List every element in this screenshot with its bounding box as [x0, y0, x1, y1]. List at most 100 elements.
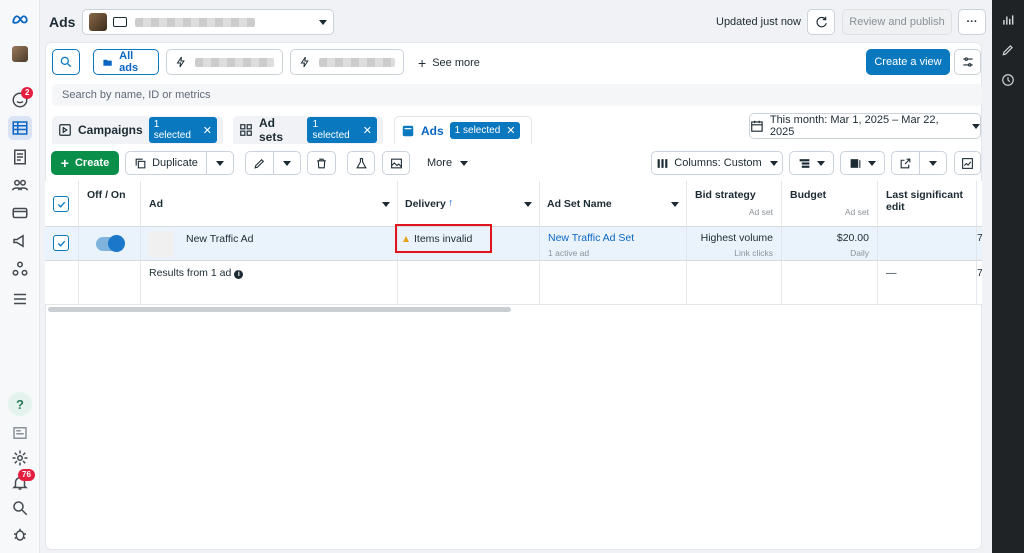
ads-selected-badge[interactable]: 1 selected ✕	[449, 122, 521, 139]
campaigns-selected-badge[interactable]: 1 selected ✕	[148, 117, 217, 143]
ab-test-button[interactable]	[347, 151, 375, 175]
saved-filter-1[interactable]	[166, 49, 283, 75]
saved-filter-2[interactable]	[290, 49, 404, 75]
chevron-down-icon	[319, 19, 327, 25]
ad-header-label: Ad	[149, 198, 163, 210]
close-icon[interactable]: ✕	[363, 124, 372, 137]
bug-report-icon[interactable]	[8, 522, 32, 546]
ad-account-selector[interactable]	[82, 9, 334, 35]
campaign-flag-icon	[58, 123, 72, 137]
bid-strategy-column-header[interactable]: Bid strategy Ad set	[687, 181, 782, 227]
delivery-column-header[interactable]: Delivery ↑	[398, 181, 540, 227]
preview-button[interactable]	[382, 151, 410, 175]
ad-sets-selected-badge[interactable]: 1 selected ✕	[307, 117, 377, 143]
pencil-icon[interactable]	[1000, 42, 1016, 58]
image-icon	[390, 158, 402, 168]
right-rail	[992, 0, 1024, 553]
bell-icon[interactable]: 76	[8, 469, 35, 495]
folder-icon	[103, 59, 112, 66]
budget-header-sub: Ad set	[844, 207, 869, 217]
ad-set-name-cell[interactable]: New Traffic Ad Set 1 active ad	[540, 227, 687, 260]
bar-chart-icon[interactable]	[1000, 12, 1016, 28]
search-input[interactable]: Search by name, ID or metrics	[52, 84, 982, 106]
search-toggle-button[interactable]	[52, 49, 80, 75]
lightning-icon	[176, 56, 185, 68]
ad-sets-grid-icon	[239, 123, 253, 137]
updated-status: Updated just now	[716, 16, 801, 28]
date-range-picker[interactable]: This month: Mar 1, 2025 – Mar 22, 2025	[749, 113, 981, 139]
close-icon[interactable]: ✕	[203, 124, 212, 137]
select-all-checkbox[interactable]	[53, 196, 69, 212]
ad-name[interactable]: New Traffic Ad	[186, 233, 254, 245]
ad-name-cell[interactable]: New Traffic Ad	[141, 227, 398, 260]
ads-table: Off / On Ad Delivery ↑ Ad Set Name Bid s…	[45, 181, 982, 311]
ads-manager-grid-icon[interactable]	[8, 116, 32, 140]
duplicate-button[interactable]: Duplicate	[125, 151, 207, 175]
delete-button[interactable]	[307, 151, 336, 175]
export-icon	[900, 158, 911, 168]
edit-button[interactable]	[245, 151, 274, 175]
row-checkbox[interactable]	[53, 235, 69, 251]
search-icon[interactable]	[8, 496, 32, 520]
budget-column-header[interactable]: Budget Ad set	[782, 181, 878, 227]
refresh-button[interactable]	[807, 9, 835, 35]
reports-button[interactable]	[840, 151, 885, 175]
columns-button[interactable]: Columns: Custom	[651, 151, 783, 175]
info-icon[interactable]: i	[234, 270, 244, 279]
help-icon[interactable]: ?	[8, 392, 32, 416]
more-options-button[interactable]: ···	[958, 9, 986, 35]
reports-icon	[850, 158, 861, 168]
last-edit-column-header[interactable]: Last significant edit	[878, 181, 977, 227]
account-overview-icon[interactable]: 2	[8, 87, 34, 112]
create-button[interactable]: + Create	[51, 151, 119, 175]
all-ads-filter[interactable]: All ads	[93, 49, 159, 75]
history-clock-icon[interactable]	[1000, 72, 1016, 88]
edit-dropdown-button[interactable]	[273, 151, 301, 175]
tab-ad-sets[interactable]: Ad sets 1 selected ✕	[233, 116, 383, 144]
more-button[interactable]: More	[427, 157, 469, 169]
menu-icon[interactable]	[8, 287, 32, 311]
tab-ads[interactable]: Ads 1 selected ✕	[394, 116, 532, 144]
next-column-cell: 7	[977, 232, 982, 244]
export-dropdown-button[interactable]	[919, 151, 947, 175]
chevron-down-icon	[929, 160, 937, 166]
chevron-down-icon	[769, 160, 778, 166]
checkmark-icon	[57, 240, 65, 247]
close-icon[interactable]: ✕	[506, 124, 515, 137]
pages-icon[interactable]	[8, 145, 32, 169]
plus-icon: +	[60, 155, 69, 171]
ad-set-name-column-header[interactable]: Ad Set Name	[540, 181, 687, 227]
create-a-view-button[interactable]: Create a view	[866, 49, 950, 75]
chart-icon	[962, 157, 973, 169]
settings-gear-icon[interactable]	[8, 446, 32, 470]
summary-empty-cell	[687, 261, 782, 304]
billing-card-icon[interactable]	[8, 201, 32, 225]
duplicate-dropdown-button[interactable]	[206, 151, 234, 175]
summary-empty-cell	[782, 261, 878, 304]
tab-campaigns[interactable]: Campaigns 1 selected ✕	[52, 116, 223, 144]
table-row[interactable]: New Traffic Ad Items invalid New Traffic…	[45, 227, 982, 261]
see-more-button[interactable]: + See more	[418, 55, 480, 71]
ad-column-header[interactable]: Ad	[141, 181, 398, 227]
see-more-label: See more	[432, 57, 480, 69]
duplicate-icon	[135, 158, 146, 168]
account-avatar[interactable]	[8, 42, 32, 66]
ad-on-off-toggle[interactable]	[96, 235, 125, 252]
summary-next-cell: 7	[977, 267, 982, 279]
charts-button[interactable]	[954, 151, 981, 175]
meta-logo-icon[interactable]	[8, 8, 32, 32]
ad-set-name-link[interactable]: New Traffic Ad Set	[548, 232, 678, 244]
page-icon[interactable]	[8, 421, 32, 445]
summary-empty-cell	[79, 261, 141, 304]
filter-settings-button[interactable]	[954, 49, 981, 75]
breakdown-button[interactable]	[789, 151, 834, 175]
chevron-down-icon	[972, 123, 980, 129]
horizontal-scrollbar[interactable]	[48, 307, 511, 312]
megaphone-icon[interactable]	[8, 229, 32, 253]
events-manager-icon[interactable]	[8, 257, 32, 281]
summary-empty-cell	[398, 261, 540, 304]
export-button[interactable]	[891, 151, 920, 175]
review-and-publish-button[interactable]: Review and publish	[842, 9, 952, 35]
tab-ad-sets-label: Ad sets	[259, 116, 284, 144]
audiences-icon[interactable]	[8, 173, 32, 197]
